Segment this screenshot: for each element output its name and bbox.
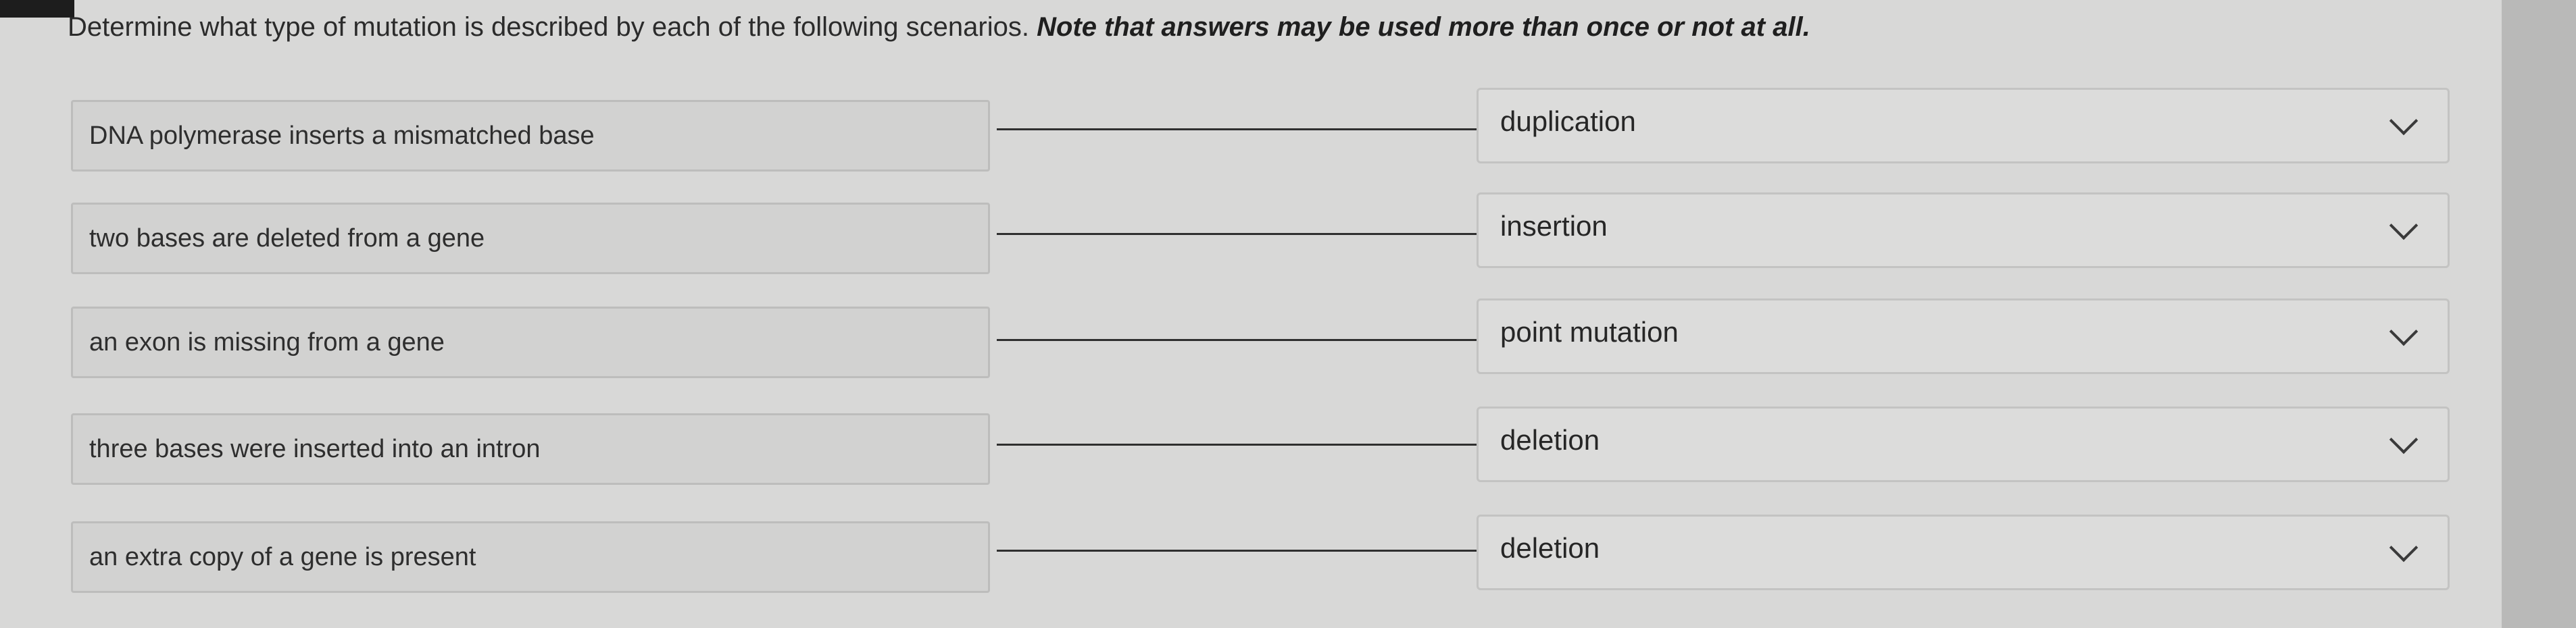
corner-marker	[0, 0, 74, 18]
scenario-prompt: an exon is missing from a gene	[71, 307, 990, 378]
selected-answer: deletion	[1500, 424, 1600, 456]
connector-line	[997, 128, 1477, 130]
scenario-prompt: three bases were inserted into an intron	[71, 413, 990, 485]
selected-answer: insertion	[1500, 210, 1608, 242]
matching-row: two bases are deleted from a gene insert…	[0, 192, 2502, 274]
selected-answer: point mutation	[1500, 316, 1679, 348]
selected-answer: deletion	[1500, 532, 1600, 565]
scenario-prompt: an extra copy of a gene is present	[71, 521, 990, 593]
answer-dropdown[interactable]: deletion	[1477, 407, 2450, 482]
answer-dropdown[interactable]: point mutation	[1477, 298, 2450, 374]
matching-row: DNA polymerase inserts a mismatched base…	[0, 88, 2502, 172]
connector-line	[997, 550, 1477, 552]
chevron-down-icon[interactable]	[2389, 106, 2419, 136]
connector-line	[997, 233, 1477, 235]
question-instruction: Determine what type of mutation is descr…	[68, 12, 2433, 43]
chevron-down-icon[interactable]	[2389, 533, 2419, 562]
connector-line	[997, 444, 1477, 446]
scenario-prompt: DNA polymerase inserts a mismatched base	[71, 100, 990, 172]
matching-row: an exon is missing from a gene point mut…	[0, 298, 2502, 380]
scenario-prompt: two bases are deleted from a gene	[71, 203, 990, 274]
page-edge	[2502, 0, 2576, 628]
selected-answer: duplication	[1500, 105, 1636, 138]
connector-line	[997, 339, 1477, 341]
matching-row: an extra copy of a gene is present delet…	[0, 515, 2502, 596]
chevron-down-icon[interactable]	[2389, 425, 2419, 454]
chevron-down-icon[interactable]	[2389, 317, 2419, 346]
instruction-note: Note that answers may be used more than …	[1037, 12, 1810, 42]
answer-dropdown[interactable]: deletion	[1477, 515, 2450, 590]
matching-row: three bases were inserted into an intron…	[0, 407, 2502, 488]
instruction-text: Determine what type of mutation is descr…	[68, 12, 1037, 42]
answer-dropdown[interactable]: insertion	[1477, 192, 2450, 268]
answer-dropdown[interactable]: duplication	[1477, 88, 2450, 163]
chevron-down-icon[interactable]	[2389, 211, 2419, 240]
